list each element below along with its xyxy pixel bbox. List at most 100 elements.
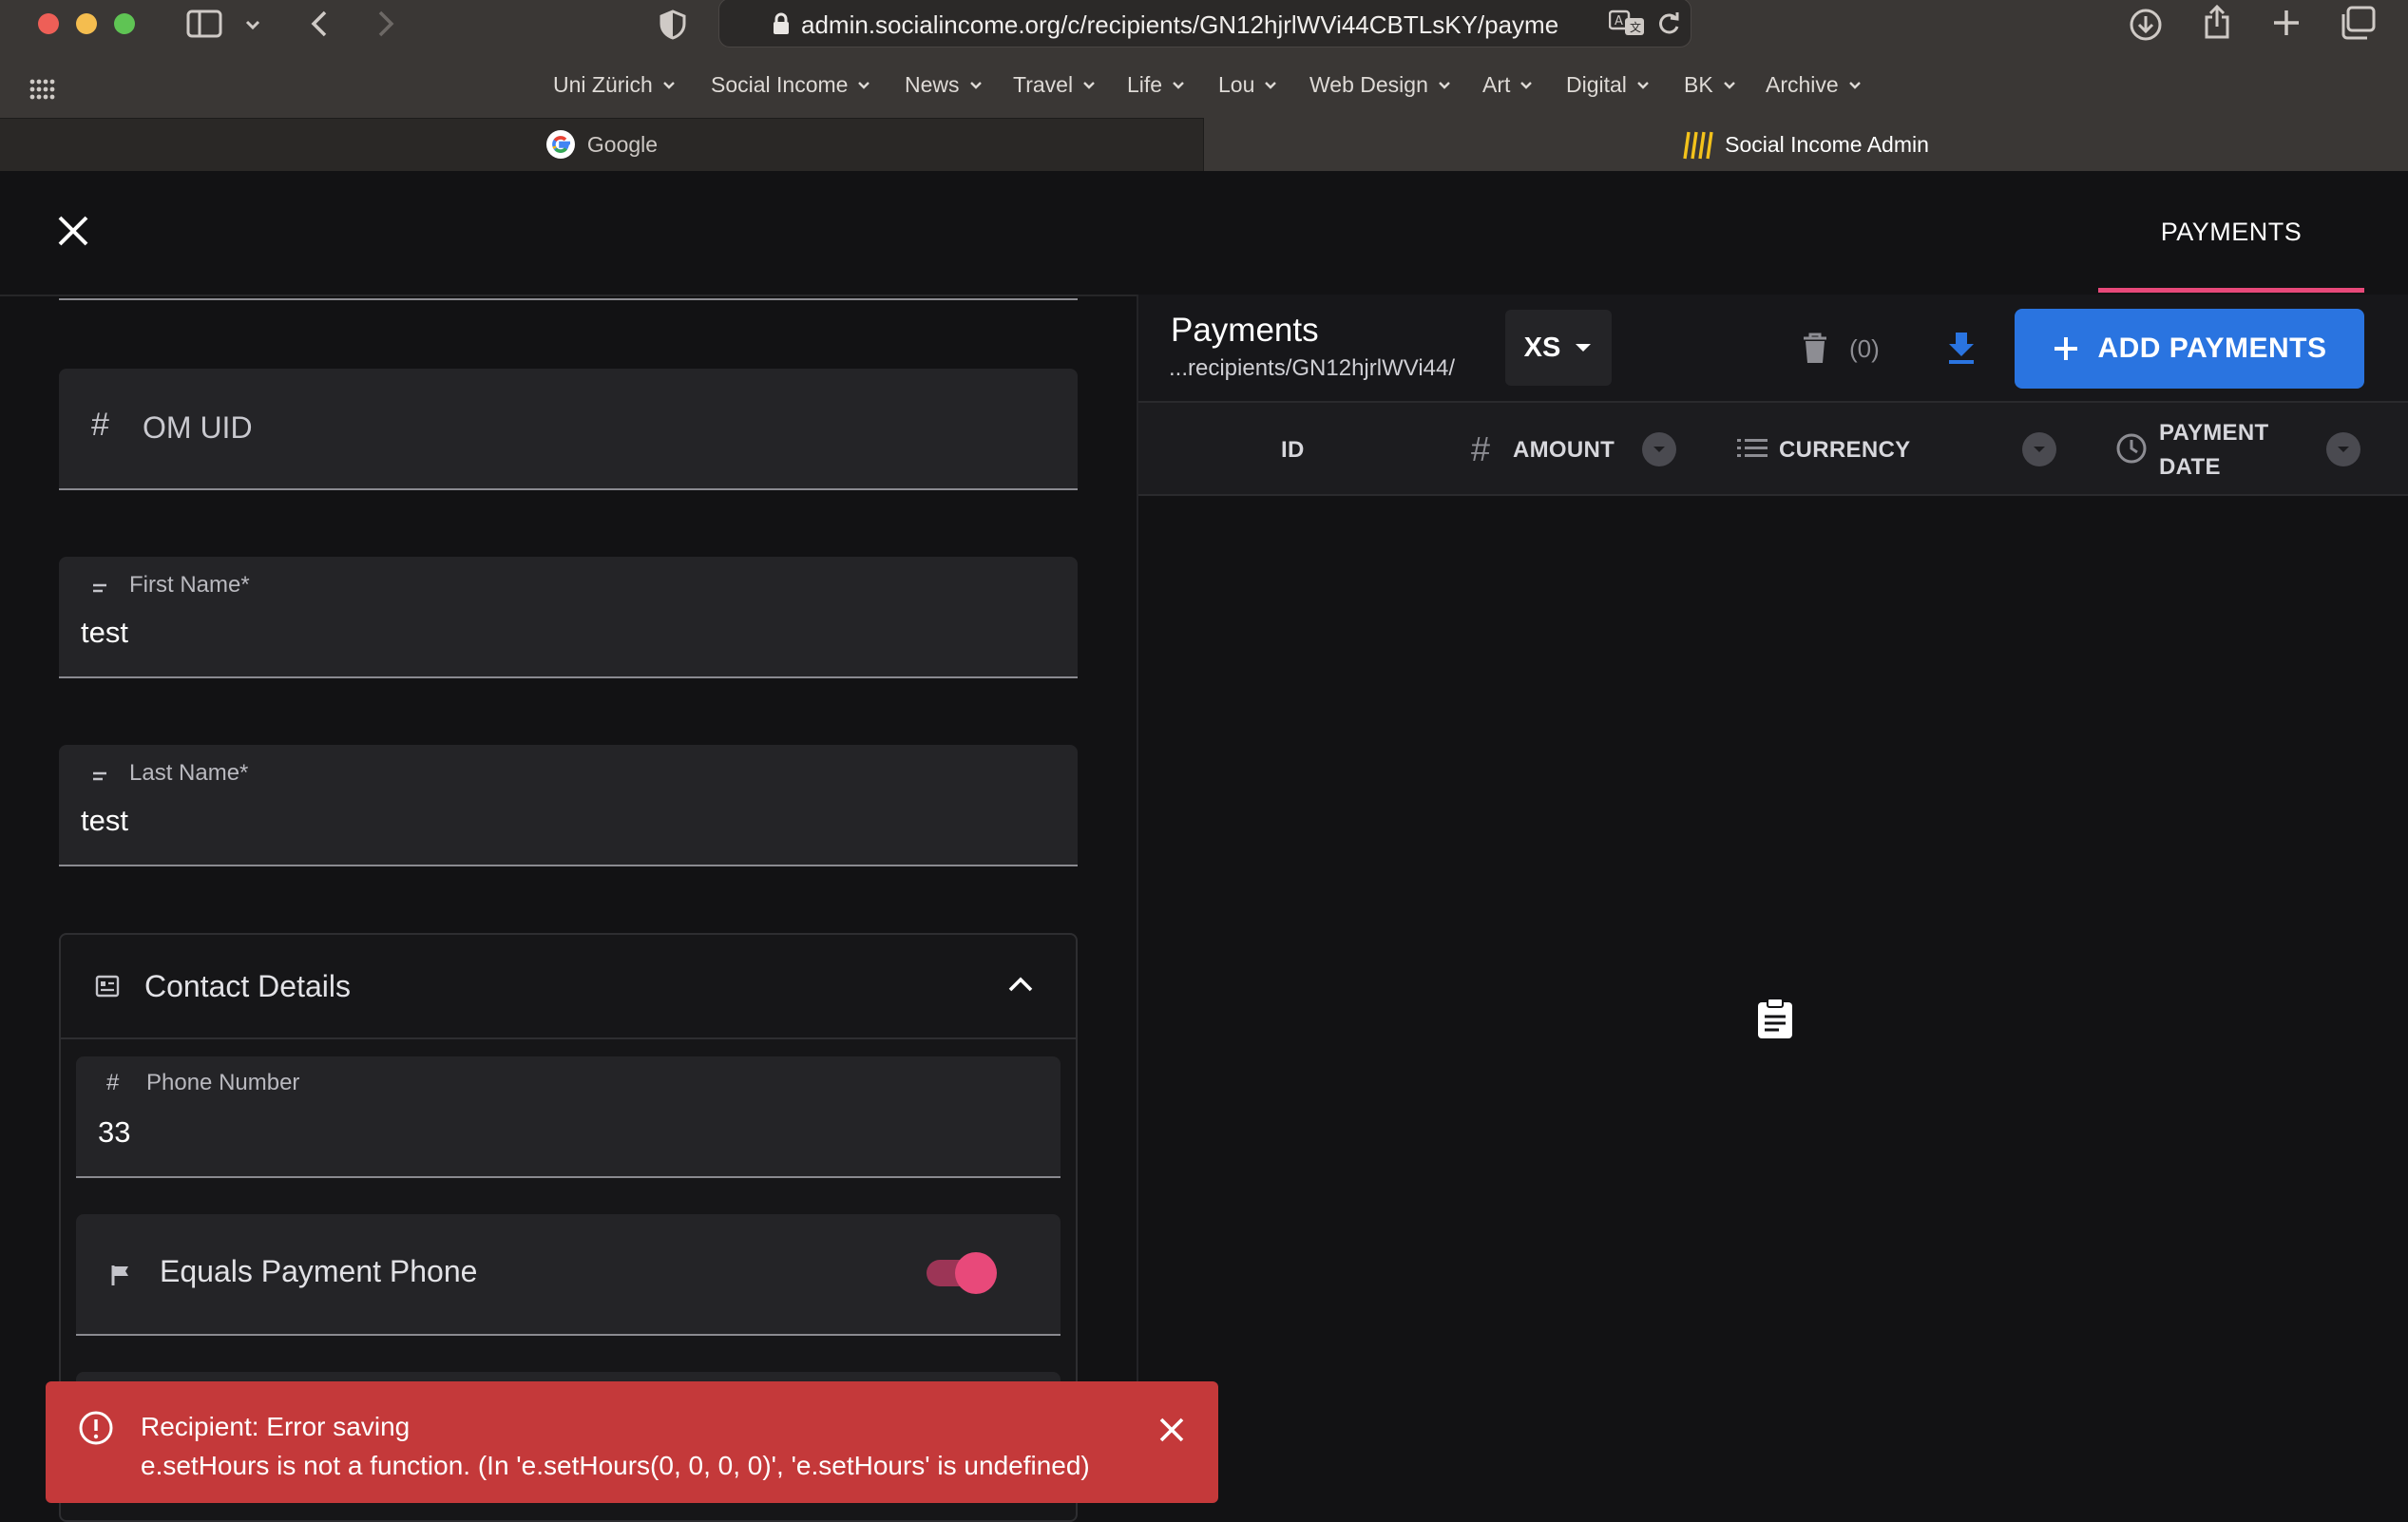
bookmark-label: Travel	[1013, 72, 1074, 97]
bookmarks-bar	[0, 49, 2408, 118]
browser-tab-social-income-admin[interactable]: Social Income Admin	[1204, 118, 2408, 171]
hash-icon: #	[106, 1070, 120, 1095]
phone-number-label: Phone Number	[146, 1070, 300, 1095]
column-payment[interactable]: PAYMENT	[2159, 420, 2268, 447]
dismiss-error-icon[interactable]	[1157, 1416, 1186, 1444]
phone-number-field[interactable]: # Phone Number 33	[76, 1056, 1061, 1178]
bookmark-label: Lou	[1218, 72, 1255, 97]
bookmark-label: Art	[1482, 72, 1511, 97]
clock-icon	[2115, 432, 2148, 465]
last-name-label: Last Name*	[129, 760, 249, 786]
tab-active-indicator	[2098, 288, 2364, 293]
close-icon[interactable]	[55, 213, 91, 249]
bookmark-folder[interactable]: Social Income	[711, 72, 870, 98]
contact-details-header[interactable]: Contact Details	[59, 933, 1078, 1039]
chevron-down-icon	[1083, 81, 1095, 89]
close-window-button[interactable]	[38, 13, 59, 34]
chevron-down-icon	[662, 81, 675, 89]
add-payments-label: ADD PAYMENTS	[2097, 333, 2327, 364]
tab-label: Social Income Admin	[1725, 131, 1929, 157]
bookmark-folder[interactable]: Lou	[1218, 72, 1277, 98]
error-title: Recipient: Error saving	[141, 1412, 411, 1441]
list-icon	[1737, 437, 1768, 460]
delete-count: (0)	[1849, 334, 1880, 363]
om-uid-field[interactable]: # OM UID	[59, 369, 1078, 490]
new-tab-icon[interactable]	[2271, 8, 2302, 38]
first-name-label: First Name*	[129, 572, 250, 598]
error-icon	[78, 1410, 114, 1446]
privacy-shield-icon[interactable]	[659, 10, 686, 40]
column-currency[interactable]: CURRENCY	[1779, 437, 1910, 464]
short-text-icon	[91, 581, 110, 595]
social-income-logo-icon	[1683, 131, 1713, 160]
chevron-down-icon	[1173, 81, 1184, 89]
forward-icon[interactable]	[376, 10, 395, 38]
contact-details-title: Contact Details	[144, 969, 351, 1003]
bookmark-label: Social Income	[711, 72, 849, 97]
flag-icon	[110, 1264, 131, 1286]
app-header	[0, 171, 2408, 296]
share-icon[interactable]	[2203, 4, 2231, 40]
address-bar[interactable]: admin.socialincome.org/c/recipients/GN12…	[718, 0, 1691, 48]
translate-icon[interactable]: A文	[1609, 9, 1645, 37]
bookmark-label: News	[905, 72, 960, 97]
minimize-window-button[interactable]	[76, 13, 97, 34]
svg-text:文: 文	[1630, 20, 1641, 34]
delete-icon[interactable]	[1802, 333, 1828, 365]
add-payments-button[interactable]: ADD PAYMENTS	[2015, 309, 2364, 389]
bookmark-label: BK	[1684, 72, 1713, 97]
bookmark-folder[interactable]: Digital	[1566, 72, 1650, 98]
back-icon[interactable]	[310, 10, 329, 38]
contact-card-icon	[95, 975, 120, 998]
caret-down-icon	[1653, 447, 1665, 452]
first-name-field[interactable]: First Name* test	[59, 557, 1078, 678]
download-icon[interactable]	[1946, 331, 1977, 365]
column-date[interactable]: DATE	[2159, 454, 2221, 481]
bookmark-folder[interactable]: Travel	[1013, 72, 1096, 98]
field-underline	[59, 298, 1078, 300]
om-uid-label: OM UID	[143, 410, 253, 445]
tab-overview-icon[interactable]	[2340, 6, 2376, 40]
currency-sort-button[interactable]	[2022, 432, 2056, 466]
last-name-value: test	[81, 804, 128, 837]
zoom-window-button[interactable]	[114, 13, 135, 34]
chevron-down-icon	[858, 81, 870, 89]
chevron-down-icon[interactable]	[245, 19, 260, 30]
bookmark-label: Life	[1127, 72, 1163, 97]
chevron-down-icon	[1520, 81, 1533, 89]
payments-table-header	[1138, 401, 2408, 496]
column-id[interactable]: ID	[1281, 437, 1305, 464]
browser-tab-google[interactable]: Google	[0, 118, 1204, 171]
bookmark-folder[interactable]: News	[905, 72, 983, 98]
bookmark-folder[interactable]: Web Design	[1309, 72, 1451, 98]
size-select[interactable]: XS	[1505, 310, 1612, 386]
bookmark-folder[interactable]: Uni Zürich	[553, 72, 676, 98]
svg-text:A: A	[1615, 14, 1623, 29]
bookmark-label: Uni Zürich	[553, 72, 653, 97]
downloads-icon[interactable]	[2129, 8, 2163, 42]
error-snackbar	[46, 1381, 1218, 1503]
payment-date-sort-button[interactable]	[2326, 432, 2360, 466]
column-amount[interactable]: AMOUNT	[1513, 437, 1615, 464]
chevron-down-icon	[1848, 81, 1861, 89]
bookmark-folder[interactable]: BK	[1684, 72, 1736, 98]
bookmark-folder[interactable]: Life	[1127, 72, 1185, 98]
clipboard-icon	[1756, 998, 1794, 1039]
equals-payment-phone-toggle[interactable]	[927, 1252, 997, 1294]
reload-icon[interactable]	[1656, 10, 1681, 37]
bookmark-folder[interactable]: Art	[1482, 72, 1533, 98]
short-text-icon	[91, 770, 110, 783]
equals-payment-phone-field: Equals Payment Phone	[76, 1214, 1061, 1336]
browser-toolbar: admin.socialincome.org/c/recipients/GN12…	[0, 0, 2408, 49]
bookmark-label: Archive	[1766, 72, 1839, 97]
amount-sort-button[interactable]	[1642, 432, 1676, 466]
plus-icon	[2054, 337, 2078, 360]
chevron-up-icon[interactable]	[1007, 975, 1034, 994]
apps-grid-icon[interactable]	[29, 78, 55, 101]
last-name-field[interactable]: Last Name* test	[59, 745, 1078, 866]
chevron-down-icon	[1637, 81, 1649, 89]
bookmark-folder[interactable]: Archive	[1766, 72, 1862, 98]
google-logo-icon	[545, 130, 575, 159]
sidebar-toggle-icon[interactable]	[186, 10, 222, 38]
tab-payments[interactable]: PAYMENTS	[2098, 171, 2364, 293]
